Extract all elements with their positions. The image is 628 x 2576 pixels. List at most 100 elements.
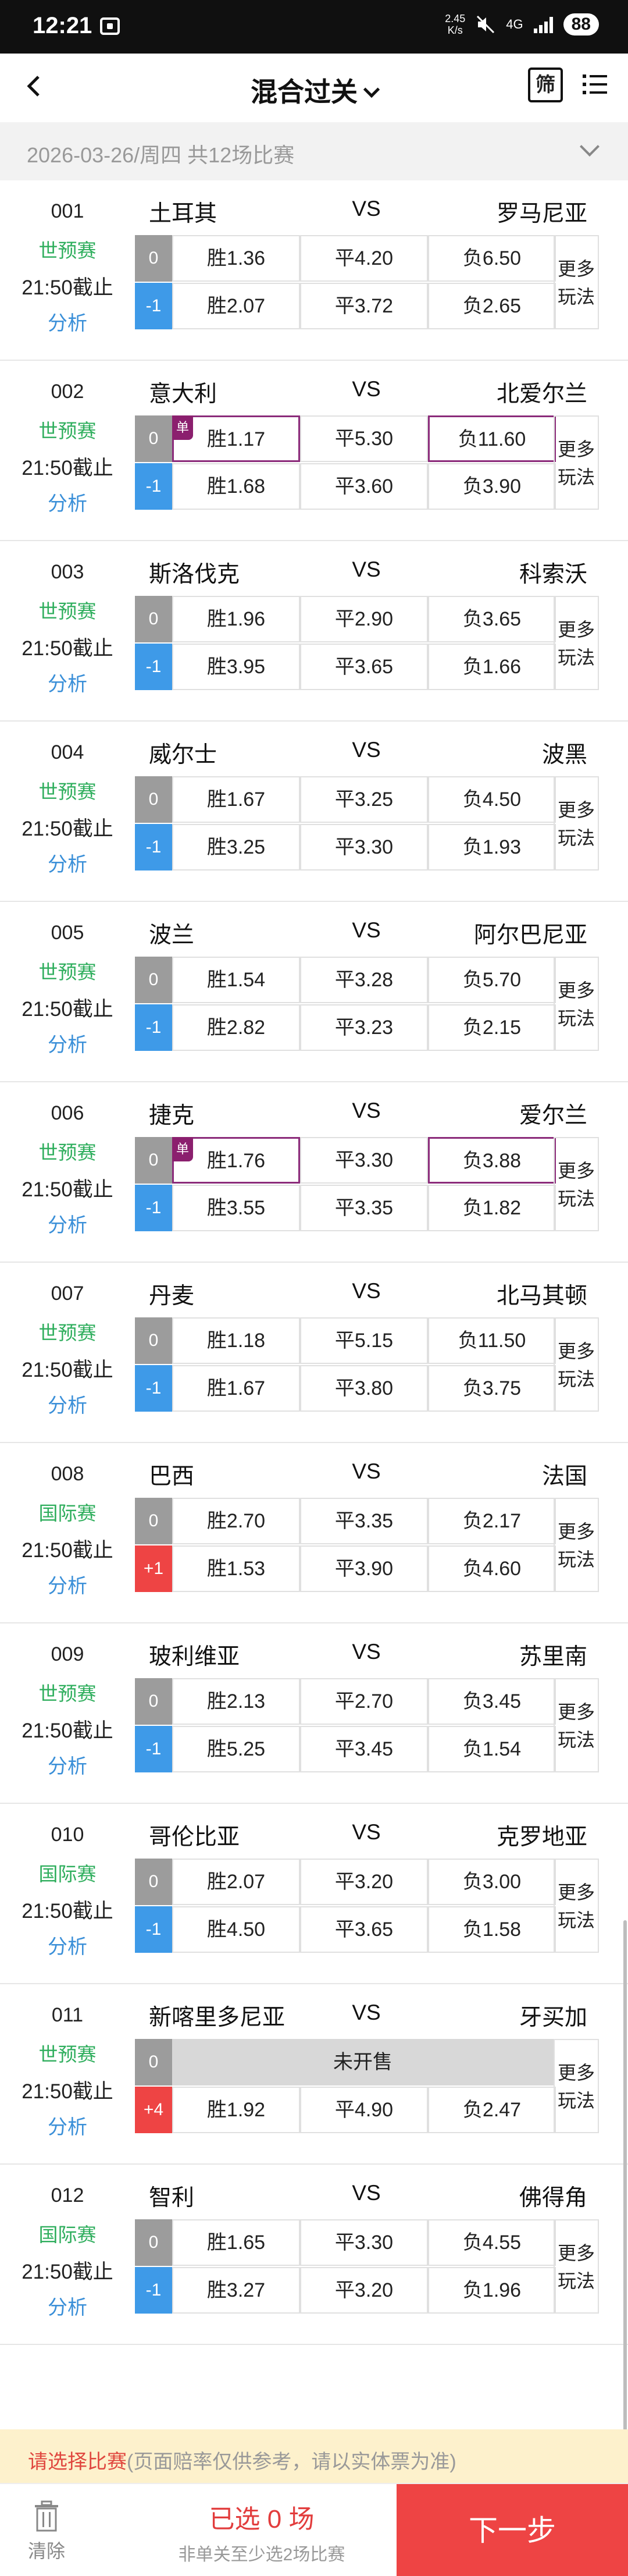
more-options-button[interactable]: 更多 玩法 xyxy=(554,1859,599,1953)
odds-draw-button[interactable]: 平5.30 xyxy=(300,415,428,462)
more-options-button[interactable]: 更多 玩法 xyxy=(554,596,599,690)
odds-draw-button[interactable]: 平5.15 xyxy=(300,1317,428,1364)
odds-draw-button[interactable]: 平3.30 xyxy=(300,1137,428,1184)
odds-draw-button[interactable]: 平3.23 xyxy=(300,1004,428,1051)
more-options-button[interactable]: 更多 玩法 xyxy=(554,415,599,510)
odds-lose-button[interactable]: 负2.65 xyxy=(428,283,556,329)
odds-lose-button[interactable]: 负3.65 xyxy=(428,596,556,642)
date-selector[interactable]: 2026-03-26/周四 共12场比赛 xyxy=(0,122,628,180)
odds-win-button[interactable]: 胜1.36 xyxy=(172,235,300,282)
odds-win-button[interactable]: 胜1.67 xyxy=(172,1365,300,1412)
list-menu-icon[interactable] xyxy=(581,71,608,98)
more-options-button[interactable]: 更多 玩法 xyxy=(554,2039,599,2133)
odds-win-button[interactable]: 胜2.07 xyxy=(172,283,300,329)
odds-lose-button[interactable]: 负4.50 xyxy=(428,776,556,823)
clear-button[interactable]: 清除 xyxy=(23,2500,70,2563)
odds-draw-button[interactable]: 平3.35 xyxy=(300,1185,428,1231)
odds-draw-button[interactable]: 平3.72 xyxy=(300,283,428,329)
more-options-button[interactable]: 更多 玩法 xyxy=(554,957,599,1051)
match-number: 006 xyxy=(51,1102,84,1124)
odds-lose-button[interactable]: 负1.96 xyxy=(428,2267,556,2314)
analysis-link[interactable]: 分析 xyxy=(0,1931,135,1959)
odds-draw-button[interactable]: 平3.28 xyxy=(300,957,428,1003)
odds-win-button[interactable]: 胜1.18 xyxy=(172,1317,300,1364)
odds-draw-button[interactable]: 平3.65 xyxy=(300,644,428,690)
more-options-button[interactable]: 更多 玩法 xyxy=(554,776,599,870)
odds-draw-button[interactable]: 平3.60 xyxy=(300,463,428,510)
odds-draw-button[interactable]: 平3.30 xyxy=(300,2219,428,2266)
odds-win-button[interactable]: 胜5.25 xyxy=(172,1726,300,1772)
odds-draw-button[interactable]: 平3.20 xyxy=(300,1859,428,1905)
odds-draw-button[interactable]: 平3.45 xyxy=(300,1726,428,1772)
odds-lose-button[interactable]: 负3.90 xyxy=(428,463,556,510)
odds-lose-button[interactable]: 负6.50 xyxy=(428,235,556,282)
odds-draw-button[interactable]: 平3.65 xyxy=(300,1906,428,1953)
odds-lose-button[interactable]: 负4.55 xyxy=(428,2219,556,2266)
odds-win-button[interactable]: 胜4.50 xyxy=(172,1906,300,1953)
next-step-button[interactable]: 下一步 xyxy=(397,2484,628,2576)
odds-lose-button[interactable]: 负2.15 xyxy=(428,1004,556,1051)
analysis-link[interactable]: 分析 xyxy=(0,1209,135,1238)
analysis-link[interactable]: 分析 xyxy=(0,307,135,336)
odds-draw-button[interactable]: 平2.70 xyxy=(300,1678,428,1725)
analysis-link[interactable]: 分析 xyxy=(0,1750,135,1779)
odds-lose-button[interactable]: 负11.50 xyxy=(428,1317,556,1364)
odds-draw-button[interactable]: 平3.80 xyxy=(300,1365,428,1412)
odds-lose-button[interactable]: 负3.75 xyxy=(428,1365,556,1412)
more-options-button[interactable]: 更多 玩法 xyxy=(554,1137,599,1231)
analysis-link[interactable]: 分析 xyxy=(0,1570,135,1598)
odds-draw-button[interactable]: 平4.20 xyxy=(300,235,428,282)
analysis-link[interactable]: 分析 xyxy=(0,848,135,877)
odds-win-button[interactable]: 胜1.92 xyxy=(172,2087,300,2133)
analysis-link[interactable]: 分析 xyxy=(0,1390,135,1418)
odds-lose-button[interactable]: 负1.58 xyxy=(428,1906,556,1953)
analysis-link[interactable]: 分析 xyxy=(0,1029,135,1057)
analysis-link[interactable]: 分析 xyxy=(0,2291,135,2320)
odds-win-button[interactable]: 胜1.96 xyxy=(172,596,300,642)
odds-win-button[interactable]: 胜1.67 xyxy=(172,776,300,823)
odds-lose-button[interactable]: 负5.70 xyxy=(428,957,556,1003)
odds-win-button[interactable]: 胜2.07 xyxy=(172,1859,300,1905)
odds-draw-button[interactable]: 平2.90 xyxy=(300,596,428,642)
analysis-link[interactable]: 分析 xyxy=(0,488,135,516)
odds-win-button[interactable]: 胜2.13 xyxy=(172,1678,300,1725)
odds-draw-button[interactable]: 平4.90 xyxy=(300,2087,428,2133)
analysis-link[interactable]: 分析 xyxy=(0,668,135,697)
more-options-button[interactable]: 更多 玩法 xyxy=(554,1317,599,1412)
odds-draw-button[interactable]: 平3.20 xyxy=(300,2267,428,2314)
odds-win-button[interactable]: 胜1.68 xyxy=(172,463,300,510)
odds-draw-button[interactable]: 平3.35 xyxy=(300,1498,428,1544)
odds-win-button[interactable]: 胜3.27 xyxy=(172,2267,300,2314)
odds-draw-button[interactable]: 平3.25 xyxy=(300,776,428,823)
odds-win-button[interactable]: 胜1.65 xyxy=(172,2219,300,2266)
odds-lose-button[interactable]: 负2.17 xyxy=(428,1498,556,1544)
odds-lose-button[interactable]: 负3.00 xyxy=(428,1859,556,1905)
odds-lose-button[interactable]: 负1.66 xyxy=(428,644,556,690)
filter-button[interactable]: 筛 xyxy=(528,67,563,102)
odds-lose-button[interactable]: 负3.45 xyxy=(428,1678,556,1725)
odds-win-button[interactable]: 胜2.70 xyxy=(172,1498,300,1544)
away-team: 法国 xyxy=(541,1464,587,1489)
odds-draw-button[interactable]: 平3.30 xyxy=(300,824,428,870)
odds-win-button[interactable]: 胜1.53 xyxy=(172,1545,300,1592)
odds-draw-button[interactable]: 平3.90 xyxy=(300,1545,428,1592)
odds-win-button[interactable]: 胜3.95 xyxy=(172,644,300,690)
odds-lose-button[interactable]: 负2.47 xyxy=(428,2087,556,2133)
more-options-button[interactable]: 更多 玩法 xyxy=(554,235,599,329)
odds-win-button[interactable]: 胜1.54 xyxy=(172,957,300,1003)
odds-win-button[interactable]: 胜3.25 xyxy=(172,824,300,870)
vs-label: VS xyxy=(352,738,381,762)
more-options-button[interactable]: 更多 玩法 xyxy=(554,2219,599,2314)
more-options-button[interactable]: 更多 玩法 xyxy=(554,1498,599,1592)
odds-lose-button[interactable]: 负3.88 xyxy=(428,1137,556,1184)
odds-lose-button[interactable]: 负1.93 xyxy=(428,824,556,870)
odds-lose-button[interactable]: 负1.54 xyxy=(428,1726,556,1772)
odds-win-button[interactable]: 胜2.82 xyxy=(172,1004,300,1051)
odds-lose-button[interactable]: 负1.82 xyxy=(428,1185,556,1231)
more-options-button[interactable]: 更多 玩法 xyxy=(554,1678,599,1772)
odds-lose-button[interactable]: 负4.60 xyxy=(428,1545,556,1592)
odds-lose-button[interactable]: 负11.60 xyxy=(428,415,556,462)
odds-win-button[interactable]: 胜3.55 xyxy=(172,1185,300,1231)
scrollbar[interactable] xyxy=(623,1920,627,2444)
analysis-link[interactable]: 分析 xyxy=(0,2111,135,2140)
